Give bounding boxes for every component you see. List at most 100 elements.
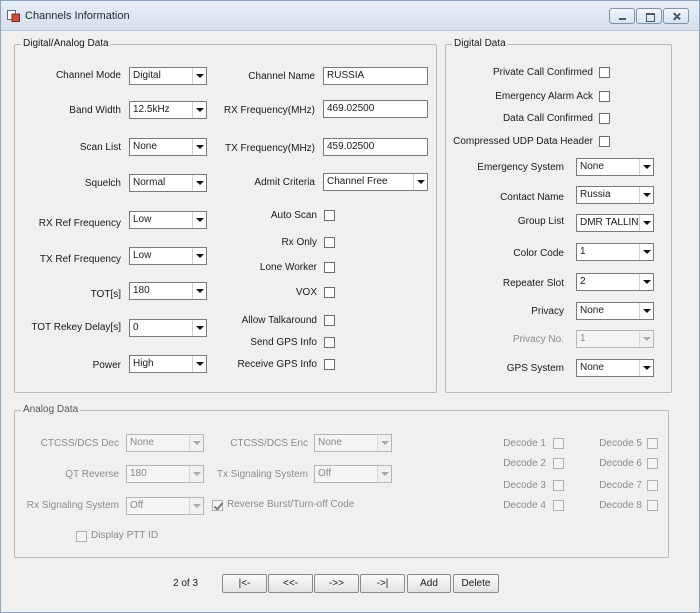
admit-criteria-select[interactable]: Channel Free	[323, 173, 428, 191]
decode-1-checkbox[interactable]	[553, 438, 564, 449]
close-button[interactable]	[663, 8, 689, 24]
chevron-down-icon	[639, 303, 653, 319]
rx-only-checkbox[interactable]	[324, 237, 335, 248]
emergency-alarm-ack-checkbox[interactable]	[599, 91, 610, 102]
tx-signaling-system-select[interactable]: Off	[314, 465, 392, 483]
scan-list-value: None	[133, 141, 157, 152]
data-call-confirmed-label: Data Call Confirmed	[502, 113, 593, 124]
receive-gps-info-label: Receive GPS Info	[237, 359, 317, 370]
rx-frequency-input[interactable]: 469.02500	[323, 100, 428, 118]
digital-data-group-title: Digital Data	[452, 38, 508, 49]
tx-frequency-input[interactable]: 459.02500	[323, 138, 428, 156]
last-record-button[interactable]: ->|	[360, 574, 405, 593]
chevron-down-icon	[192, 356, 206, 372]
color-code-select[interactable]: 1	[576, 243, 654, 261]
add-button[interactable]: Add	[407, 574, 451, 593]
tx-ref-frequency-label: TX Ref Frequency	[39, 254, 121, 265]
band-width-select[interactable]: 12.5kHz	[129, 101, 207, 119]
minimize-button[interactable]	[609, 8, 635, 24]
ctcss-dcs-enc-select[interactable]: None	[314, 434, 392, 452]
vox-label: VOX	[295, 287, 317, 298]
display-ptt-id-label: Display PTT ID	[91, 530, 159, 541]
band-width-label: Band Width	[69, 105, 121, 116]
decode-7-label: Decode 7	[599, 480, 642, 491]
emergency-system-value: None	[580, 161, 604, 172]
privacy-no-label: Privacy No.	[512, 334, 564, 345]
rx-signaling-system-select[interactable]: Off	[126, 497, 204, 515]
group-list-select[interactable]: DMR TALLIN	[576, 214, 654, 232]
channel-mode-label: Channel Mode	[55, 70, 121, 81]
contact-name-select[interactable]: Russia	[576, 186, 654, 204]
decode-1-label: Decode 1	[503, 438, 546, 449]
chevron-down-icon	[192, 139, 206, 155]
channel-mode-select[interactable]: Digital	[129, 67, 207, 85]
rx-ref-frequency-select[interactable]: Low	[129, 211, 207, 229]
tot-rekey-delay-select[interactable]: 0	[129, 319, 207, 337]
repeater-slot-select[interactable]: 2	[576, 273, 654, 291]
private-call-confirmed-checkbox[interactable]	[599, 67, 610, 78]
decode-3-checkbox[interactable]	[553, 480, 564, 491]
window-title: Channels Information	[25, 10, 130, 22]
chevron-down-icon	[413, 174, 427, 190]
color-code-label: Color Code	[513, 248, 564, 259]
reverse-burst-checkbox[interactable]	[212, 500, 223, 511]
chevron-down-icon	[189, 435, 203, 451]
scan-list-select[interactable]: None	[129, 138, 207, 156]
rx-only-label: Rx Only	[281, 237, 317, 248]
tx-ref-frequency-select[interactable]: Low	[129, 247, 207, 265]
compressed-udp-data-header-checkbox[interactable]	[599, 136, 610, 147]
chevron-down-icon	[192, 248, 206, 264]
receive-gps-info-checkbox[interactable]	[324, 359, 335, 370]
repeater-slot-value: 2	[580, 276, 586, 287]
vox-checkbox[interactable]	[324, 287, 335, 298]
ctcss-dcs-dec-select[interactable]: None	[126, 434, 204, 452]
chevron-down-icon	[639, 274, 653, 290]
chevron-down-icon	[192, 175, 206, 191]
rx-signaling-system-value: Off	[130, 500, 144, 511]
compressed-udp-data-header-label: Compressed UDP Data Header	[453, 136, 593, 147]
channel-mode-value: Digital	[133, 70, 161, 81]
maximize-button[interactable]	[636, 8, 662, 24]
first-record-button[interactable]: |<-	[222, 574, 267, 593]
chevron-down-icon	[639, 331, 653, 347]
tx-ref-frequency-value: Low	[133, 250, 152, 261]
allow-talkaround-checkbox[interactable]	[324, 315, 335, 326]
chevron-down-icon	[189, 498, 203, 514]
channel-name-label: Channel Name	[248, 71, 315, 82]
title-bar[interactable]: Channels Information	[1, 1, 699, 31]
send-gps-info-checkbox[interactable]	[324, 337, 335, 348]
data-call-confirmed-checkbox[interactable]	[599, 113, 610, 124]
tot-rekey-delay-label: TOT Rekey Delay[s]	[31, 322, 121, 333]
lone-worker-checkbox[interactable]	[324, 262, 335, 273]
ctcss-dcs-enc-label: CTCSS/DCS Enc	[230, 438, 308, 449]
tot-select[interactable]: 180	[129, 282, 207, 300]
privacy-label: Privacy	[531, 306, 564, 317]
power-select[interactable]: High	[129, 355, 207, 373]
chevron-down-icon	[639, 159, 653, 175]
privacy-no-select[interactable]: 1	[576, 330, 654, 348]
decode-4-checkbox[interactable]	[553, 500, 564, 511]
rx-frequency-label: RX Frequency(MHz)	[223, 105, 315, 116]
allow-talkaround-label: Allow Talkaround	[241, 315, 317, 326]
gps-system-select[interactable]: None	[576, 359, 654, 377]
decode-2-label: Decode 2	[503, 458, 546, 469]
tx-signaling-system-label: Tx Signaling System	[216, 469, 308, 480]
decode-7-checkbox[interactable]	[647, 480, 658, 491]
emergency-system-select[interactable]: None	[576, 158, 654, 176]
privacy-select[interactable]: None	[576, 302, 654, 320]
previous-record-button[interactable]: <<-	[268, 574, 313, 593]
privacy-no-value: 1	[580, 333, 586, 344]
qt-reverse-select[interactable]: 180	[126, 465, 204, 483]
send-gps-info-label: Send GPS Info	[250, 337, 317, 348]
decode-5-checkbox[interactable]	[647, 438, 658, 449]
delete-button[interactable]: Delete	[453, 574, 499, 593]
channel-name-input[interactable]: RUSSIA	[323, 67, 428, 85]
decode-6-checkbox[interactable]	[647, 458, 658, 469]
display-ptt-id-checkbox[interactable]	[76, 531, 87, 542]
decode-2-checkbox[interactable]	[553, 458, 564, 469]
next-record-button[interactable]: ->>	[314, 574, 359, 593]
decode-8-checkbox[interactable]	[647, 500, 658, 511]
squelch-select[interactable]: Normal	[129, 174, 207, 192]
decode-6-label: Decode 6	[599, 458, 642, 469]
auto-scan-checkbox[interactable]	[324, 210, 335, 221]
